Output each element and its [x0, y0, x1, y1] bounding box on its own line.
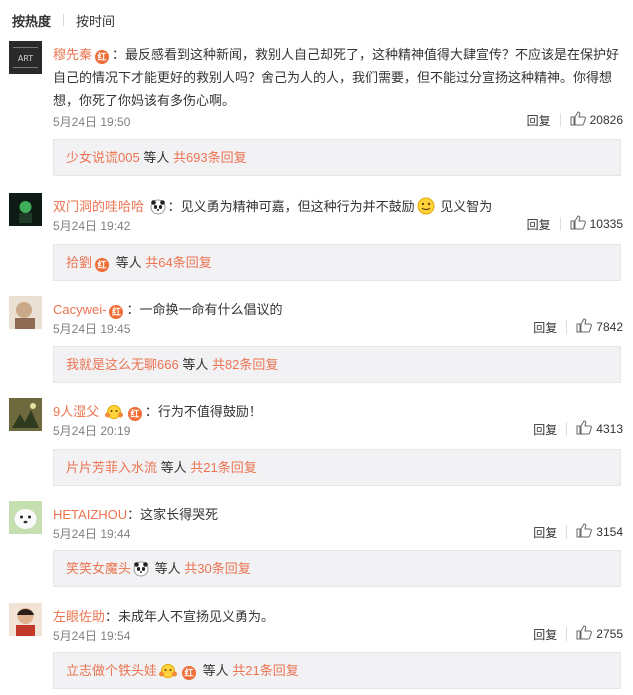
replies-summary: 我就是这么无聊666 等人 共82条回复	[53, 346, 621, 383]
svg-text:ART: ART	[18, 54, 33, 63]
comment-time: 5月24日 20:19	[53, 424, 131, 438]
replies-summary: 立志做个铁头娃 红 等人 共21条回复	[53, 652, 621, 689]
avatar[interactable]	[9, 398, 42, 431]
comment-username[interactable]: 9人湿父	[53, 404, 99, 419]
tab-by-time[interactable]: 按时间	[76, 11, 115, 30]
like-icon[interactable]	[576, 523, 593, 541]
reply-button[interactable]: 回复	[533, 421, 557, 438]
comment-body: ：这家长得哭死	[127, 507, 219, 522]
like-icon[interactable]	[570, 215, 586, 233]
panda-icon	[150, 199, 166, 222]
replies-summary: 拾劉红 等人 共64条回复	[53, 244, 621, 281]
action-divider	[566, 525, 568, 539]
hug-emoji-icon	[159, 657, 178, 692]
reply-button[interactable]: 回复	[533, 319, 557, 336]
comment-time: 5月24日 19:50	[53, 115, 131, 129]
replies-mid-text: 等人	[112, 255, 146, 270]
like-icon[interactable]	[576, 420, 593, 438]
reply-count-link[interactable]: 共21条回复	[190, 460, 256, 475]
comment-username[interactable]: 左眼佐助	[53, 609, 105, 624]
replies-mid-text: 等人	[178, 357, 212, 372]
reply-count-link[interactable]: 共82条回复	[212, 357, 278, 372]
avatar[interactable]: ART	[9, 41, 42, 74]
like-icon[interactable]	[576, 318, 593, 336]
reply-button[interactable]: 回复	[527, 112, 551, 129]
sort-tabs: 按热度 按时间	[12, 9, 115, 31]
comment-body: ：见义勇为精神可嘉，但这种行为并不鼓励	[167, 199, 415, 214]
comment-actions: 回复 7842	[533, 318, 623, 336]
comment-body: ：未成年人不宣扬见义勇为。	[105, 609, 275, 624]
tab-by-hot[interactable]: 按热度	[12, 11, 51, 30]
reply-user-link[interactable]: 拾劉	[66, 255, 92, 270]
reply-user-link[interactable]: 少女说谎005	[66, 150, 140, 165]
replies-mid-text: 等人	[157, 460, 191, 475]
like-count: 20826	[589, 113, 623, 127]
comment-time: 5月24日 19:45	[53, 322, 131, 336]
comment-username[interactable]: 双门洞的哇哈哈	[53, 199, 144, 214]
tab-divider	[63, 14, 65, 26]
action-divider	[559, 217, 561, 231]
like-icon[interactable]	[570, 111, 586, 129]
replies-mid-text: 等人	[151, 561, 185, 576]
reply-count-link[interactable]: 共21条回复	[232, 663, 298, 678]
reply-user-link[interactable]: 笑笑女魔头	[66, 561, 131, 576]
reply-count-link[interactable]: 共693条回复	[173, 150, 247, 165]
comment-body: ：一命换一命有什么倡议的	[126, 302, 283, 317]
comment-time: 5月24日 19:54	[53, 629, 131, 643]
replies-mid-text: 等人	[139, 150, 173, 165]
comment-time: 5月24日 19:44	[53, 527, 131, 541]
red-badge-icon: 红	[95, 258, 110, 272]
panda-icon	[133, 555, 149, 590]
comment-username[interactable]: Cacywei-	[53, 302, 106, 317]
comment-actions: 回复 3154	[533, 523, 623, 541]
red-badge-icon: 红	[95, 50, 110, 64]
comment-username[interactable]: 穆先秦	[53, 47, 92, 62]
reply-user-link[interactable]: 片片芳菲入水流	[66, 460, 157, 475]
comment-body: ：最反感看到这种新闻，救别人自己却死了，这种精神值得大肆宣传？不应该是在保护好自…	[53, 47, 620, 108]
comment-body-suffix: 见义智为	[436, 199, 493, 214]
reply-count-link[interactable]: 共64条回复	[145, 255, 211, 270]
reply-button[interactable]: 回复	[527, 216, 551, 233]
red-badge-icon: 红	[182, 666, 197, 680]
comment-actions: 回复 10335	[527, 215, 623, 233]
avatar[interactable]	[9, 193, 42, 226]
red-badge-icon: 红	[109, 305, 124, 319]
reply-count-link[interactable]: 共30条回复	[184, 561, 250, 576]
replies-summary: 笑笑女魔头 等人 共30条回复	[53, 550, 621, 587]
like-count: 10335	[589, 217, 623, 231]
action-divider	[566, 320, 568, 334]
comment-body: ：行为不值得鼓励！	[144, 404, 262, 419]
reply-button[interactable]: 回复	[533, 626, 557, 643]
reply-user-link[interactable]: 我就是这么无聊666	[66, 357, 179, 372]
like-count: 2755	[596, 627, 623, 641]
smile-emoji-icon	[417, 197, 435, 222]
comment-time: 5月24日 19:42	[53, 219, 131, 233]
comment-actions: 回复 20826	[527, 111, 623, 129]
comment-actions: 回复 2755	[533, 625, 623, 643]
like-count: 4313	[596, 422, 623, 436]
avatar[interactable]	[9, 603, 42, 636]
reply-user-link[interactable]: 立志做个铁头娃	[66, 663, 157, 678]
replies-summary: 片片芳菲入水流 等人 共21条回复	[53, 449, 621, 486]
comment-text: 穆先秦红：最反感看到这种新闻，救别人自己却死了，这种精神值得大肆宣传？不应该是在…	[53, 43, 621, 112]
like-count: 7842	[596, 320, 623, 334]
action-divider	[566, 422, 568, 436]
avatar[interactable]	[9, 501, 42, 534]
replies-summary: 少女说谎005 等人 共693条回复	[53, 139, 621, 176]
red-badge-icon: 红	[127, 407, 142, 421]
replies-mid-text: 等人	[199, 663, 233, 678]
action-divider	[559, 113, 561, 127]
like-icon[interactable]	[576, 625, 593, 643]
reply-button[interactable]: 回复	[533, 524, 557, 541]
comment-actions: 回复 4313	[533, 420, 623, 438]
action-divider	[566, 627, 568, 641]
comment-username[interactable]: HETAIZHOU	[53, 507, 127, 522]
avatar[interactable]	[9, 296, 42, 329]
like-count: 3154	[596, 525, 623, 539]
